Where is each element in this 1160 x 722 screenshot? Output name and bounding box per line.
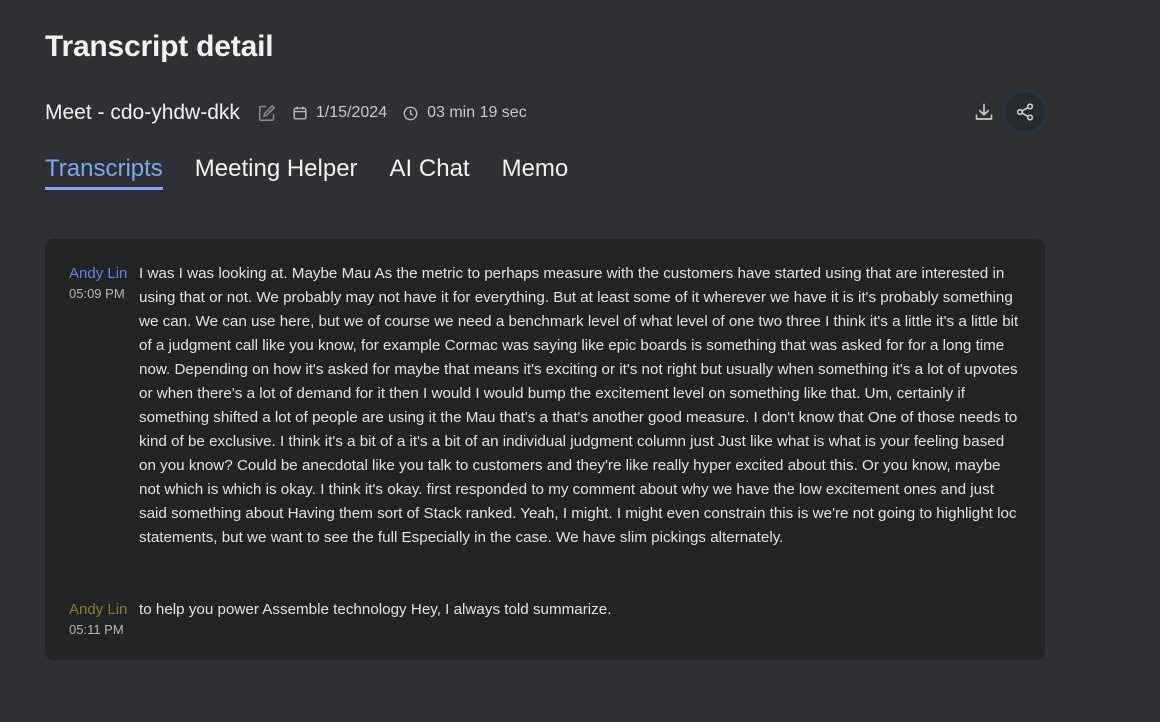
meeting-duration-text: 03 min 19 sec bbox=[427, 104, 527, 121]
transcript-entry: Andy Lin 05:11 PM to help you power Asse… bbox=[69, 601, 1021, 637]
download-icon bbox=[975, 103, 993, 120]
meeting-duration: 03 min 19 sec bbox=[403, 104, 527, 122]
tab-meeting-helper[interactable]: Meeting Helper bbox=[195, 155, 358, 187]
transcript-entry: Andy Lin 05:09 PM I was I was looking at… bbox=[69, 265, 1021, 550]
transcript-text: to help you power Assemble technology He… bbox=[139, 601, 612, 618]
meeting-date: 1/15/2024 bbox=[293, 104, 387, 122]
share-icon bbox=[1016, 103, 1034, 121]
header-actions bbox=[964, 92, 1045, 132]
clock-icon bbox=[403, 106, 418, 120]
entry-time: 05:11 PM bbox=[69, 622, 124, 637]
meeting-meta-row: Meet - cdo-yhdw-dkk 1/15/2024 03 min 19 … bbox=[45, 98, 527, 128]
meeting-date-text: 1/15/2024 bbox=[315, 104, 388, 121]
transcript-text: I was I was looking at. Maybe Mau As the… bbox=[139, 265, 1019, 546]
speaker-info: Andy Lin 05:09 PM bbox=[69, 265, 139, 550]
meeting-name: Meet - cdo-yhdw-dkk bbox=[45, 101, 240, 124]
transcript-detail-page: Transcript detail Meet - cdo-yhdw-dkk 1/… bbox=[0, 0, 1160, 722]
calendar-icon bbox=[293, 106, 307, 120]
share-button[interactable] bbox=[1005, 92, 1045, 132]
tab-transcripts[interactable]: Transcripts bbox=[45, 155, 163, 190]
speaker-info: Andy Lin 05:11 PM bbox=[69, 601, 139, 637]
download-button[interactable] bbox=[964, 92, 1004, 132]
speaker-name: Andy Lin bbox=[69, 601, 128, 618]
tab-memo[interactable]: Memo bbox=[502, 155, 569, 187]
tab-bar: Transcripts Meeting Helper AI Chat Memo bbox=[45, 155, 600, 190]
edit-icon[interactable] bbox=[257, 103, 277, 123]
tab-ai-chat[interactable]: AI Chat bbox=[390, 155, 470, 187]
speaker-name: Andy Lin bbox=[69, 265, 128, 282]
transcript-panel: Andy Lin 05:09 PM I was I was looking at… bbox=[45, 239, 1045, 660]
page-title: Transcript detail bbox=[45, 30, 274, 63]
entry-time: 05:09 PM bbox=[69, 286, 125, 301]
